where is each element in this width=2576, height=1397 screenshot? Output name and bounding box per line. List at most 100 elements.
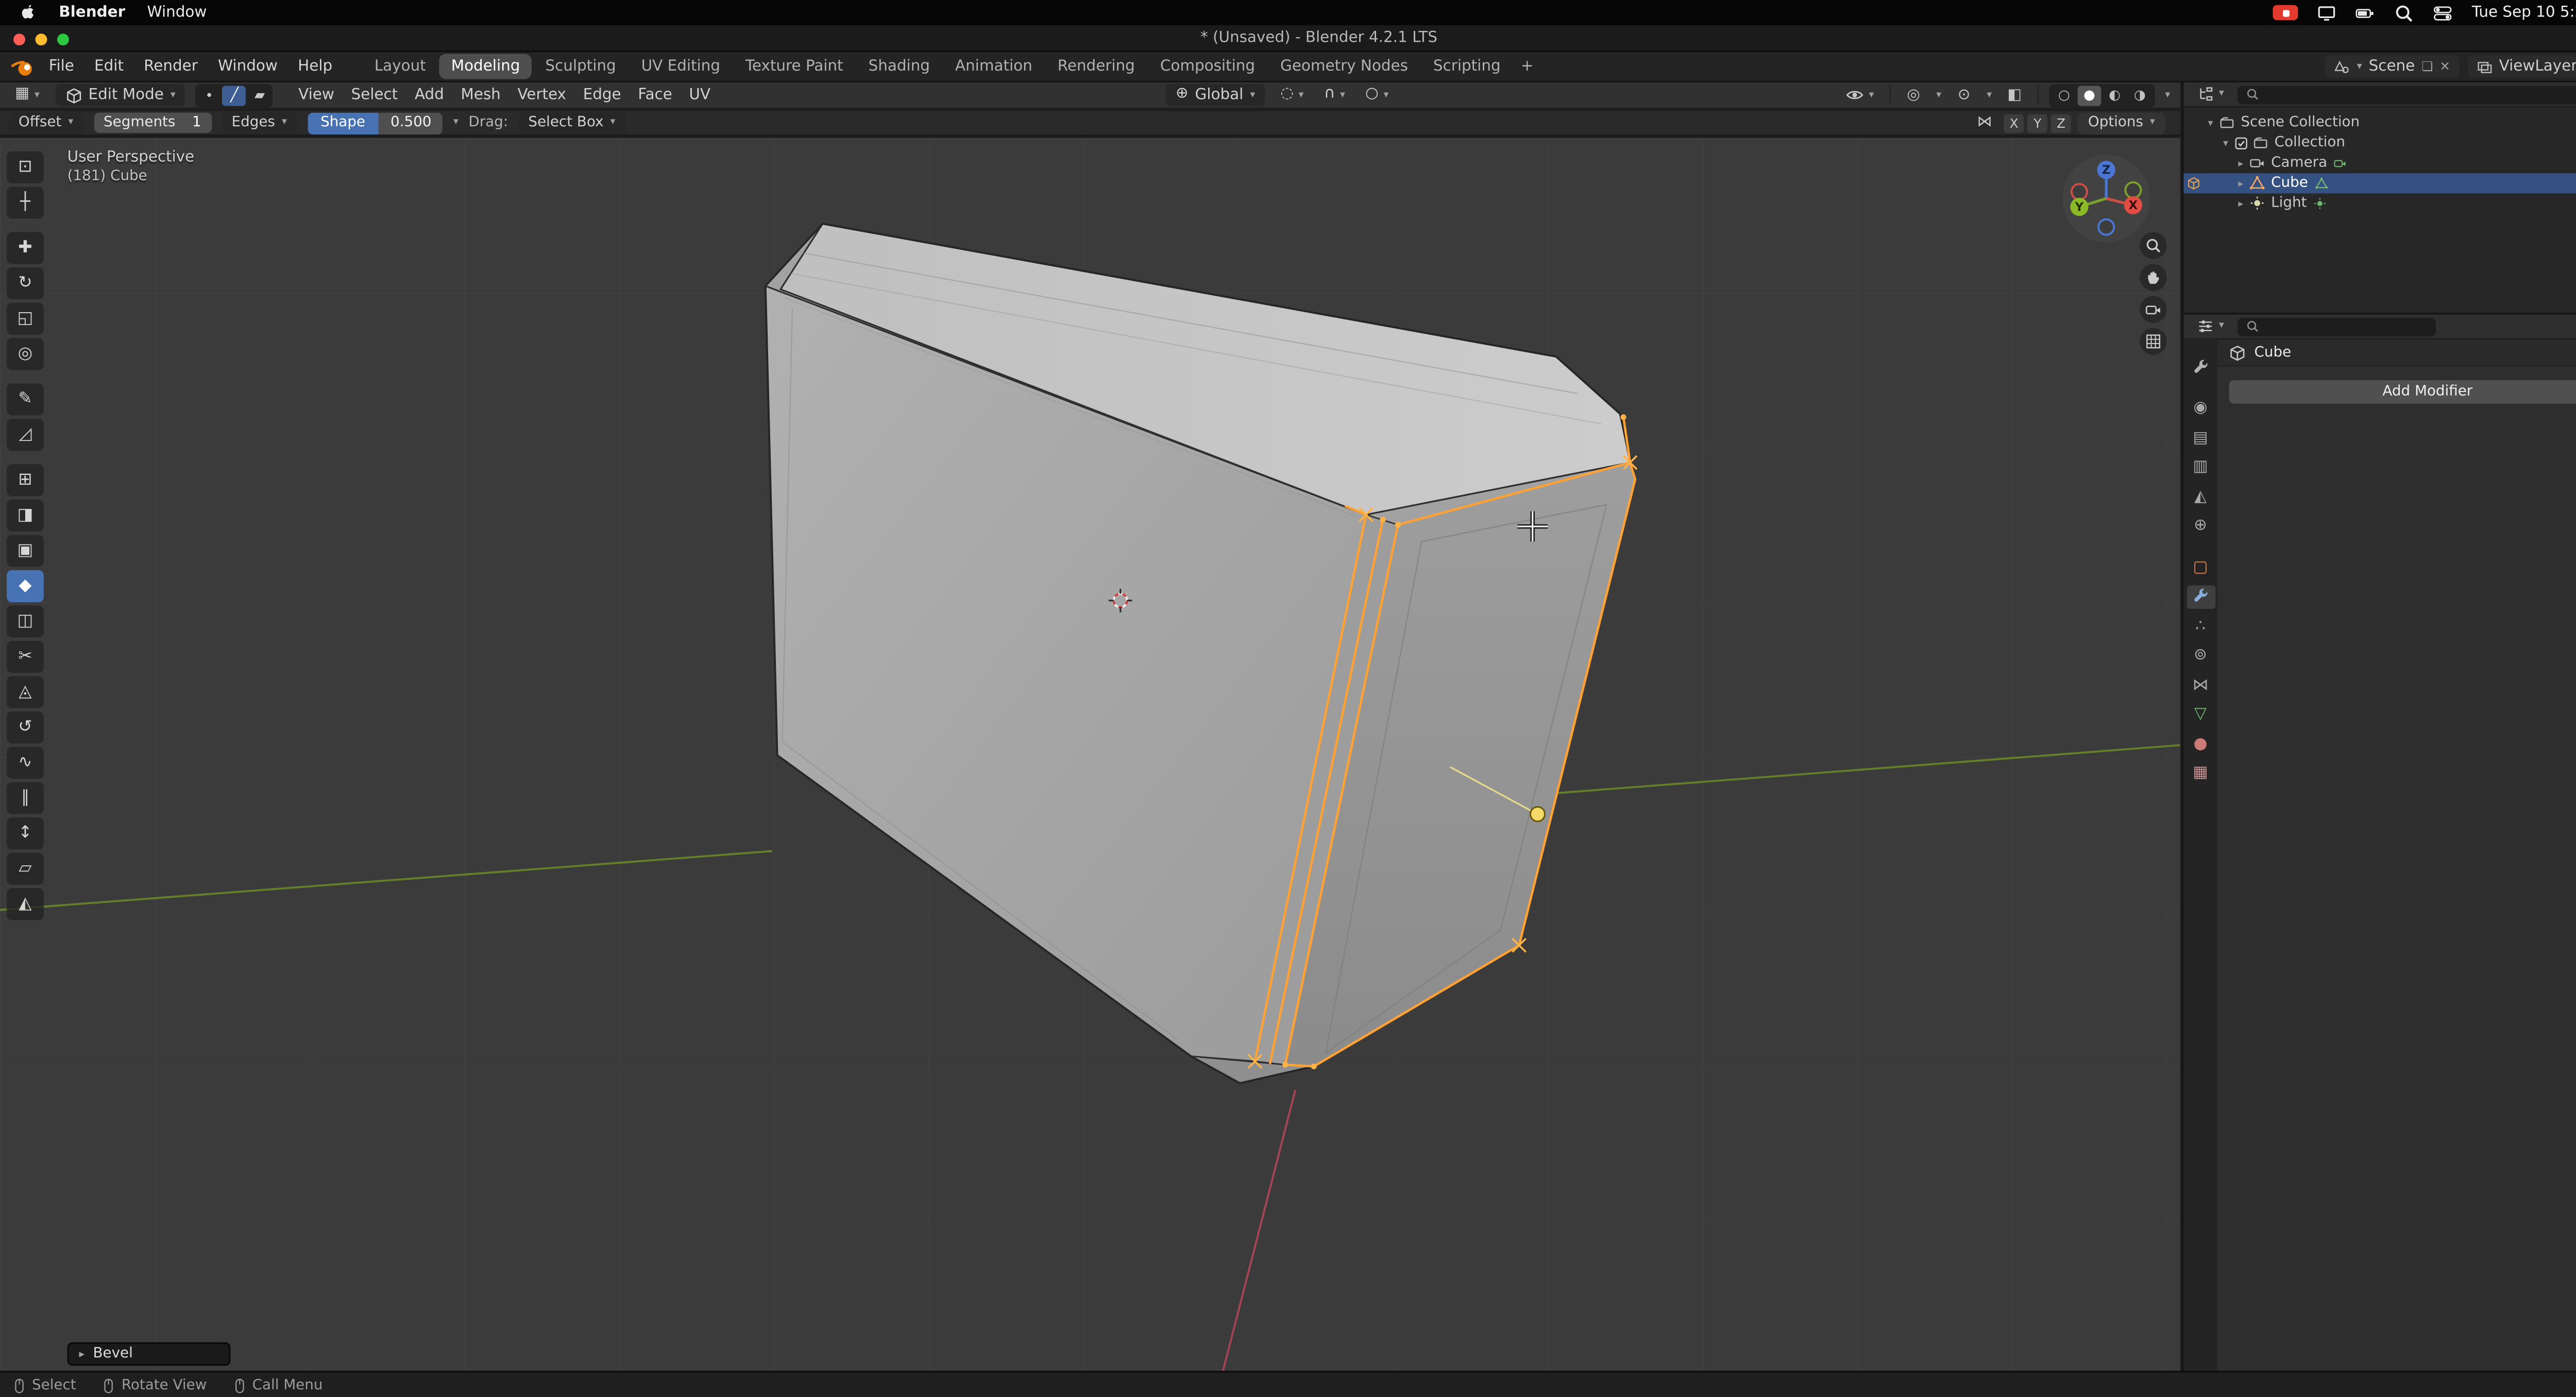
operator-panel[interactable]: ▸ Bevel: [67, 1342, 231, 1366]
gizmo-axis-z[interactable]: Z: [2097, 161, 2115, 179]
tool-inset-faces[interactable]: ▣: [7, 535, 44, 567]
transform-orientation-selector[interactable]: ⊕ Global ▾: [1165, 84, 1265, 106]
tool-rotate[interactable]: ↻: [7, 267, 44, 299]
tool-shear[interactable]: ▱: [7, 853, 44, 885]
shading-rendered[interactable]: ◑: [2128, 85, 2152, 105]
snapping-selector[interactable]: ∩▾: [1319, 86, 1350, 105]
tool-cursor[interactable]: ┼: [7, 186, 44, 218]
tab-texture[interactable]: ▦: [2186, 761, 2215, 785]
blender-logo-icon[interactable]: [10, 56, 36, 76]
tool-shrink-fatten[interactable]: ↕: [7, 817, 44, 849]
select-mode-vertex[interactable]: ∙: [197, 85, 221, 105]
tab-data[interactable]: ▽: [2186, 702, 2215, 726]
viewport-menu-view[interactable]: View: [290, 85, 343, 105]
workspace-texture-paint[interactable]: Texture Paint: [734, 54, 855, 79]
shading-solid[interactable]: ●: [2078, 85, 2102, 105]
outliner-search[interactable]: [2238, 85, 2576, 104]
workspace-layout[interactable]: Layout: [363, 54, 438, 79]
mirror-z-toggle[interactable]: Z: [2051, 113, 2071, 132]
tab-object[interactable]: ▢: [2186, 555, 2215, 579]
battery-icon[interactable]: [2356, 3, 2376, 23]
tab-physics[interactable]: ⊚: [2186, 643, 2215, 667]
outliner-editor-type-selector[interactable]: ▾: [2192, 84, 2229, 104]
properties-editor-type-selector[interactable]: ▾: [2192, 316, 2229, 336]
drag-action-dropdown[interactable]: Select Box ▾: [518, 112, 625, 133]
toggle-xray-button[interactable]: ◧: [2002, 84, 2027, 106]
menu-file[interactable]: File: [39, 55, 84, 78]
select-mode-edge[interactable]: ╱: [223, 85, 246, 105]
shading-wireframe[interactable]: ○: [2053, 85, 2076, 105]
outliner-row-light[interactable]: ▸ Light: [2183, 194, 2576, 214]
workspace-shading[interactable]: Shading: [857, 54, 942, 79]
outliner-row-camera[interactable]: ▸ Camera: [2183, 153, 2576, 173]
shading-dropdown-icon[interactable]: ▾: [2165, 90, 2170, 100]
tool-bevel[interactable]: ◆: [7, 570, 44, 602]
macos-menu-window[interactable]: Window: [147, 4, 207, 21]
workspace-modeling[interactable]: Modeling: [439, 54, 532, 79]
tool-edge-slide[interactable]: ∥: [7, 782, 44, 814]
macos-app-menu[interactable]: Blender: [59, 4, 125, 21]
unlink-scene-icon[interactable]: ✕: [2439, 59, 2450, 74]
add-modifier-button[interactable]: Add Modifier: [2229, 380, 2576, 404]
pan-button[interactable]: [2140, 264, 2166, 291]
tab-constraints[interactable]: ⋈: [2186, 673, 2215, 696]
viewport-menu-face[interactable]: Face: [630, 85, 681, 105]
viewport-menu-mesh[interactable]: Mesh: [452, 85, 509, 105]
view-layer-selector[interactable]: ViewLayer ❏ ✕: [2467, 56, 2576, 77]
tab-render[interactable]: ◉: [2186, 396, 2215, 420]
duplicate-scene-icon[interactable]: ❏: [2421, 59, 2433, 74]
control-center-icon[interactable]: [2433, 3, 2453, 23]
gizmo-axis-y[interactable]: Y: [2070, 198, 2088, 216]
tab-world[interactable]: ⊕: [2186, 514, 2215, 538]
show-gizmo-toggle[interactable]: ◎: [1901, 84, 1926, 106]
workspace-compositing[interactable]: Compositing: [1148, 54, 1267, 79]
workspace-uv-editing[interactable]: UV Editing: [630, 54, 732, 79]
add-workspace-button[interactable]: +: [1513, 55, 1542, 78]
pivot-point-selector[interactable]: ◌▾: [1275, 86, 1309, 105]
navigation-gizmo[interactable]: Z Y X: [2059, 151, 2154, 246]
tab-modifiers[interactable]: [2186, 585, 2215, 608]
properties-search-input[interactable]: [2266, 317, 2427, 336]
collection-checkbox[interactable]: [2232, 136, 2251, 150]
tab-output[interactable]: ▤: [2186, 425, 2215, 449]
outliner-row-cube[interactable]: ▸ Cube: [2183, 173, 2576, 193]
disclosure-arrow-icon[interactable]: ▸: [2234, 177, 2247, 189]
gizmo-axis-x-negative[interactable]: [2072, 184, 2087, 199]
outliner-row-collection[interactable]: ▾ Collection: [2183, 133, 2576, 153]
camera-view-button[interactable]: [2140, 296, 2166, 323]
disclosure-arrow-icon[interactable]: ▸: [2234, 157, 2247, 169]
workspace-rendering[interactable]: Rendering: [1046, 54, 1147, 79]
tab-material[interactable]: ●: [2186, 731, 2215, 755]
workspace-scripting[interactable]: Scripting: [1421, 54, 1512, 79]
tool-poly-build[interactable]: ◬: [7, 676, 44, 708]
menu-edit[interactable]: Edit: [84, 55, 133, 78]
tab-scene[interactable]: ◭: [2186, 484, 2215, 508]
tool-extrude-region[interactable]: ◨: [7, 500, 44, 532]
screen-recording-indicator[interactable]: [2274, 5, 2299, 20]
gizmo-dropdown-icon[interactable]: ▾: [1936, 90, 1941, 100]
shape-slider[interactable]: Shape 0.500: [307, 112, 443, 133]
menu-render[interactable]: Render: [134, 55, 208, 78]
viewport-menu-vertex[interactable]: Vertex: [509, 85, 574, 105]
viewport-canvas[interactable]: [0, 138, 2180, 1371]
disclosure-arrow-icon[interactable]: ▾: [2204, 117, 2217, 129]
viewport-menu-select[interactable]: Select: [343, 85, 406, 105]
bevel-width-type-dropdown[interactable]: Offset ▾: [8, 112, 83, 133]
tool-annotate[interactable]: ✎: [7, 383, 44, 415]
disclosure-arrow-icon[interactable]: ▸: [2234, 198, 2247, 210]
mirror-x-toggle[interactable]: X: [2004, 113, 2024, 132]
tab-view-layer[interactable]: ▥: [2186, 455, 2215, 479]
viewport-menu-uv[interactable]: UV: [681, 85, 719, 105]
workspace-geometry-nodes[interactable]: Geometry Nodes: [1268, 54, 1420, 79]
mode-selector[interactable]: Edit Mode ▾: [55, 84, 185, 106]
tool-knife[interactable]: ✂: [7, 641, 44, 673]
more-tool-options-icon[interactable]: ▾: [453, 118, 459, 128]
bevel-affect-dropdown[interactable]: Edges ▾: [222, 112, 297, 133]
overlays-dropdown-icon[interactable]: ▾: [1987, 90, 1992, 100]
gizmo-axis-x[interactable]: X: [2124, 196, 2142, 214]
tool-scale[interactable]: ◱: [7, 303, 44, 335]
tab-tool[interactable]: [2186, 355, 2215, 379]
workspace-animation[interactable]: Animation: [943, 54, 1044, 79]
tool-options-dropdown[interactable]: Options ▾: [2078, 112, 2165, 133]
apple-menu[interactable]: [17, 3, 37, 23]
